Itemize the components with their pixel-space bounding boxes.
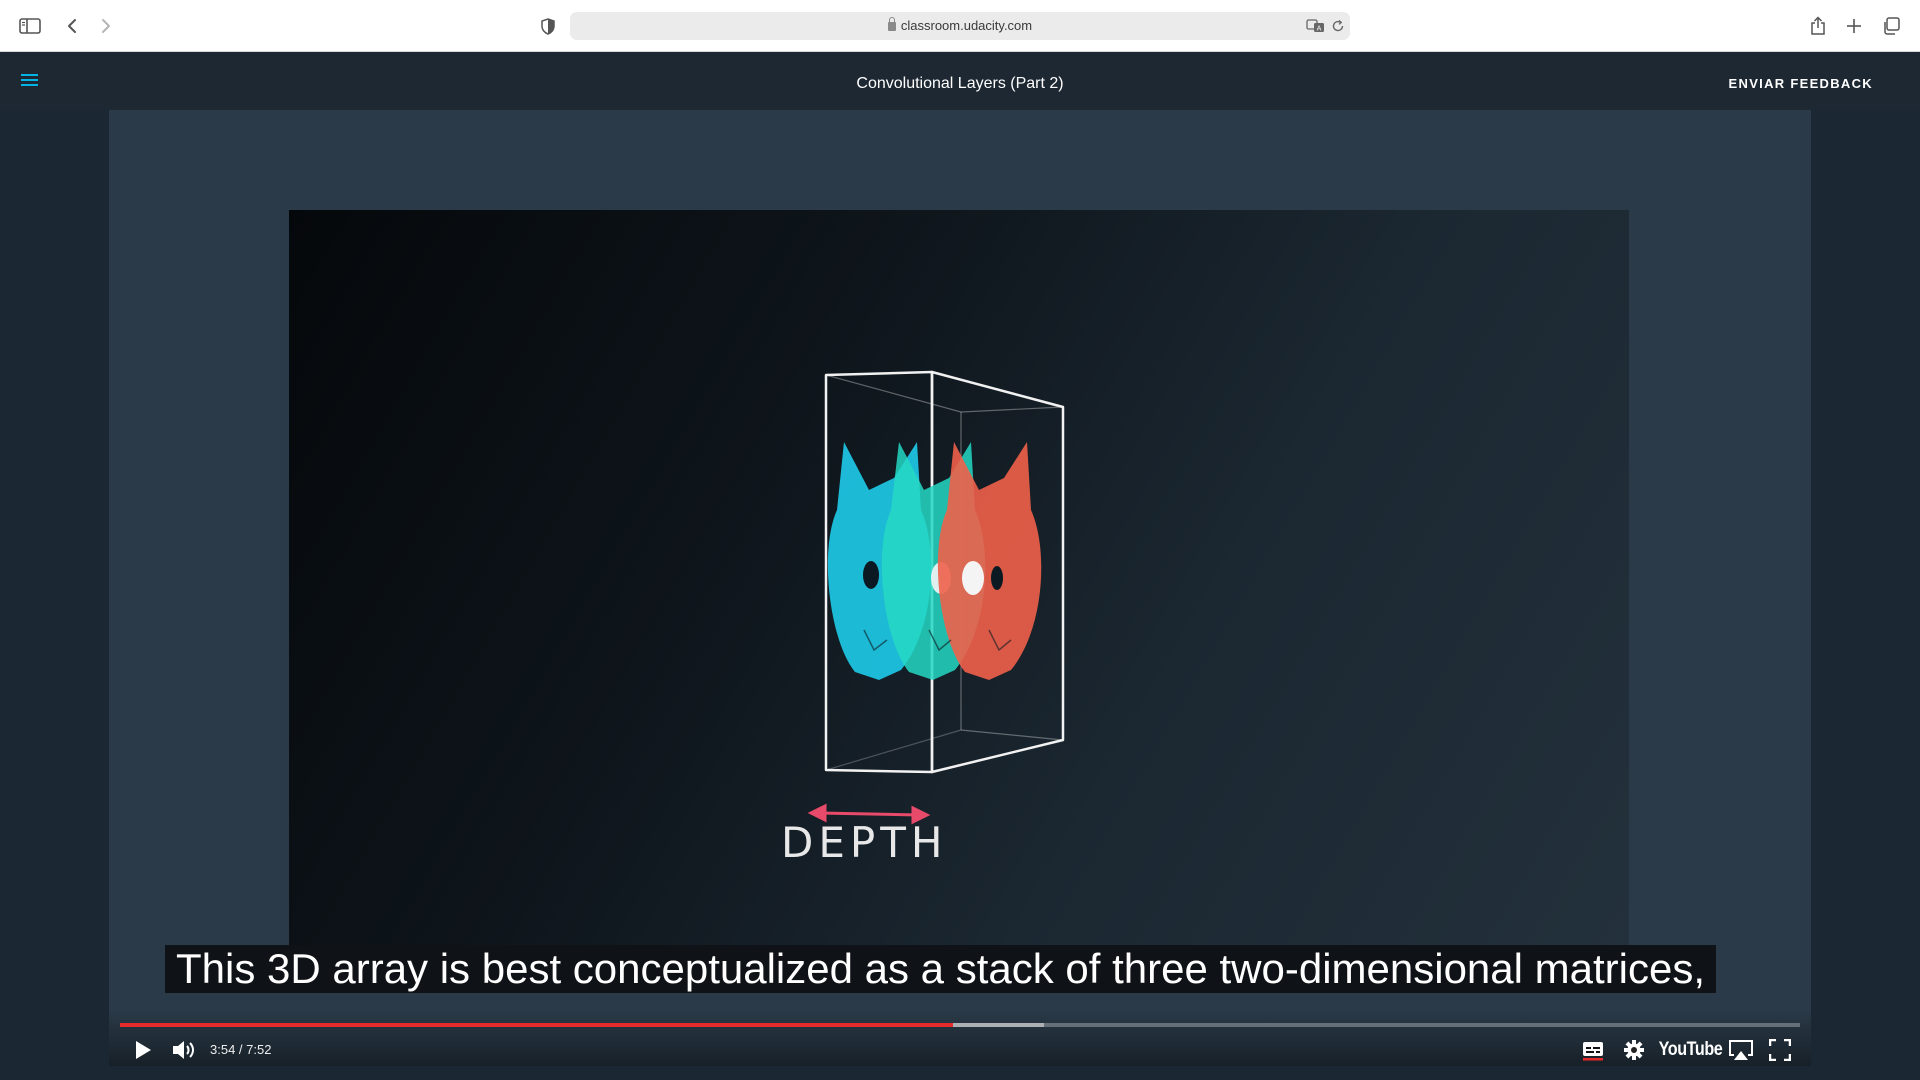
depth-illustration [807, 370, 1065, 825]
video-player[interactable]: DEPTH This 3D array is best conceptualiz… [109, 110, 1811, 1066]
svg-text:A: A [1317, 25, 1322, 33]
sidebar-icon[interactable] [18, 14, 42, 38]
progress-played [120, 1023, 954, 1027]
airplay-icon[interactable] [1726, 1036, 1756, 1064]
settings-gear-icon[interactable] [1620, 1036, 1648, 1064]
lesson-title: Convolutional Layers (Part 2) [856, 75, 1064, 92]
reload-icon[interactable] [1326, 14, 1350, 38]
back-icon[interactable] [60, 14, 84, 38]
controls-background [109, 1010, 1811, 1066]
fullscreen-icon[interactable] [1766, 1036, 1794, 1064]
send-feedback-button[interactable]: ENVIAR FEEDBACK [1729, 52, 1873, 110]
cat-layer-red-icon [937, 442, 1042, 680]
translate-icon[interactable]: A [1304, 14, 1328, 38]
browser-toolbar: classroom.udacity.com A [0, 0, 1920, 52]
classroom-header: Convolutional Layers (Part 2) ENVIAR FEE… [0, 52, 1920, 110]
video-frame-image: DEPTH [289, 210, 1629, 945]
url-text: classroom.udacity.com [570, 12, 1350, 40]
play-icon[interactable] [129, 1036, 157, 1064]
address-bar[interactable]: classroom.udacity.com A [570, 12, 1350, 40]
tab-overview-icon[interactable] [1879, 14, 1903, 38]
youtube-logo[interactable]: YouTube [1658, 1036, 1722, 1064]
video-caption: This 3D array is best conceptualized as … [165, 945, 1717, 993]
time-display: 3:54 / 7:52 [210, 1042, 272, 1057]
shield-icon[interactable] [536, 14, 560, 38]
lock-icon [887, 17, 896, 31]
depth-label: DEPTH [781, 818, 948, 867]
forward-icon[interactable] [94, 14, 118, 38]
progress-bar[interactable] [120, 1023, 1800, 1027]
captions-icon[interactable] [1579, 1036, 1607, 1064]
new-tab-icon[interactable] [1842, 14, 1866, 38]
youtube-label: YouTube [1658, 1039, 1722, 1060]
share-icon[interactable] [1806, 14, 1830, 38]
volume-icon[interactable] [170, 1036, 200, 1064]
